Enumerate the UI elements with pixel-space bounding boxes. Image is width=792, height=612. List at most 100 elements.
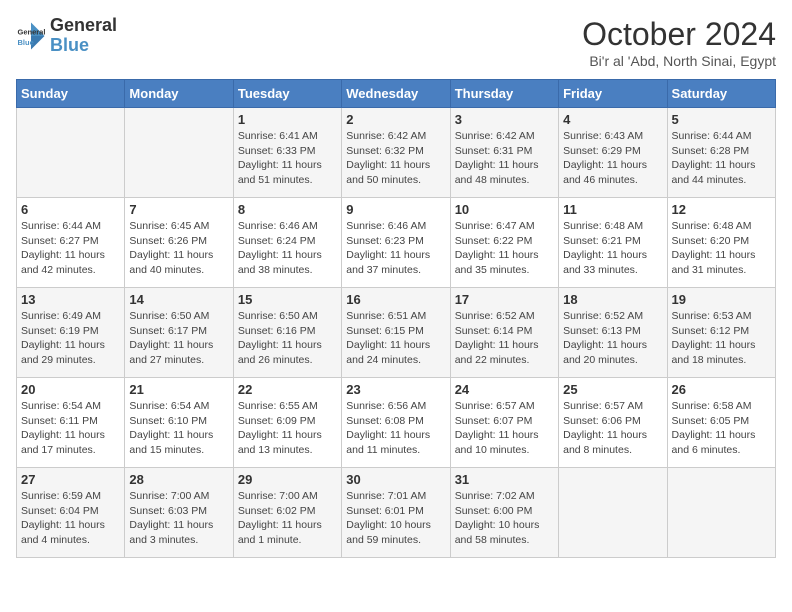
logo-line1: General [50,16,117,36]
day-number: 5 [672,112,771,127]
calendar-cell: 31Sunrise: 7:02 AM Sunset: 6:00 PM Dayli… [450,468,558,558]
calendar-cell: 2 Sunrise: 6:42 AM Sunset: 6:32 PM Daylig… [342,108,450,198]
day-info: Sunrise: 6:44 AM Sunset: 6:27 PM Dayligh… [21,219,120,278]
calendar-cell: 6 Sunrise: 6:44 AM Sunset: 6:27 PM Daylig… [17,198,125,288]
calendar-cell: 18Sunrise: 6:52 AM Sunset: 6:13 PM Dayli… [559,288,667,378]
day-info: Sunrise: 6:50 AM Sunset: 6:16 PM Dayligh… [238,309,337,368]
calendar-header-row: SundayMondayTuesdayWednesdayThursdayFrid… [17,80,776,108]
day-info: Sunrise: 6:42 AM Sunset: 6:32 PM Dayligh… [346,129,445,188]
day-number: 3 [455,112,554,127]
day-number: 13 [21,292,120,307]
day-number: 19 [672,292,771,307]
day-number: 22 [238,382,337,397]
weekday-header: Friday [559,80,667,108]
calendar-cell: 4 Sunrise: 6:43 AM Sunset: 6:29 PM Daylig… [559,108,667,198]
location: Bi'r al 'Abd, North Sinai, Egypt [582,53,776,69]
day-number: 7 [129,202,228,217]
calendar-cell: 3 Sunrise: 6:42 AM Sunset: 6:31 PM Daylig… [450,108,558,198]
day-info: Sunrise: 6:54 AM Sunset: 6:11 PM Dayligh… [21,399,120,458]
day-info: Sunrise: 6:48 AM Sunset: 6:21 PM Dayligh… [563,219,662,278]
day-number: 9 [346,202,445,217]
day-number: 2 [346,112,445,127]
day-number: 31 [455,472,554,487]
calendar-cell: 27 Sunrise: 6:59 AM Sunset: 6:04 PM Dayli… [17,468,125,558]
weekday-header: Monday [125,80,233,108]
calendar-week-row: 1 Sunrise: 6:41 AM Sunset: 6:33 PM Daylig… [17,108,776,198]
day-info: Sunrise: 6:57 AM Sunset: 6:06 PM Dayligh… [563,399,662,458]
day-number: 12 [672,202,771,217]
calendar-cell: 24Sunrise: 6:57 AM Sunset: 6:07 PM Dayli… [450,378,558,468]
day-info: Sunrise: 6:54 AM Sunset: 6:10 PM Dayligh… [129,399,228,458]
calendar-cell [559,468,667,558]
day-info: Sunrise: 6:51 AM Sunset: 6:15 PM Dayligh… [346,309,445,368]
day-info: Sunrise: 6:52 AM Sunset: 6:13 PM Dayligh… [563,309,662,368]
weekday-header: Thursday [450,80,558,108]
logo: General Blue General Blue [16,16,117,56]
title-area: October 2024 Bi'r al 'Abd, North Sinai, … [582,16,776,69]
day-number: 1 [238,112,337,127]
day-info: Sunrise: 6:55 AM Sunset: 6:09 PM Dayligh… [238,399,337,458]
day-info: Sunrise: 7:00 AM Sunset: 6:02 PM Dayligh… [238,489,337,548]
day-number: 30 [346,472,445,487]
day-number: 15 [238,292,337,307]
weekday-header: Wednesday [342,80,450,108]
day-number: 17 [455,292,554,307]
calendar-cell: 10Sunrise: 6:47 AM Sunset: 6:22 PM Dayli… [450,198,558,288]
calendar-cell: 28 Sunrise: 7:00 AM Sunset: 6:03 PM Dayli… [125,468,233,558]
day-info: Sunrise: 6:49 AM Sunset: 6:19 PM Dayligh… [21,309,120,368]
day-number: 27 [21,472,120,487]
day-info: Sunrise: 6:45 AM Sunset: 6:26 PM Dayligh… [129,219,228,278]
day-number: 4 [563,112,662,127]
calendar-cell: 14 Sunrise: 6:50 AM Sunset: 6:17 PM Dayli… [125,288,233,378]
calendar-cell: 16Sunrise: 6:51 AM Sunset: 6:15 PM Dayli… [342,288,450,378]
calendar-cell: 12Sunrise: 6:48 AM Sunset: 6:20 PM Dayli… [667,198,775,288]
calendar-cell: 9 Sunrise: 6:46 AM Sunset: 6:23 PM Daylig… [342,198,450,288]
day-info: Sunrise: 7:00 AM Sunset: 6:03 PM Dayligh… [129,489,228,548]
day-number: 23 [346,382,445,397]
calendar-cell: 15 Sunrise: 6:50 AM Sunset: 6:16 PM Dayli… [233,288,341,378]
day-info: Sunrise: 6:46 AM Sunset: 6:23 PM Dayligh… [346,219,445,278]
day-number: 28 [129,472,228,487]
calendar-cell: 29 Sunrise: 7:00 AM Sunset: 6:02 PM Dayli… [233,468,341,558]
calendar-cell: 26 Sunrise: 6:58 AM Sunset: 6:05 PM Dayli… [667,378,775,468]
day-info: Sunrise: 6:41 AM Sunset: 6:33 PM Dayligh… [238,129,337,188]
month-title: October 2024 [582,16,776,53]
calendar-cell: 19 Sunrise: 6:53 AM Sunset: 6:12 PM Dayli… [667,288,775,378]
calendar-cell: 21 Sunrise: 6:54 AM Sunset: 6:10 PM Dayli… [125,378,233,468]
day-info: Sunrise: 6:58 AM Sunset: 6:05 PM Dayligh… [672,399,771,458]
calendar-week-row: 13 Sunrise: 6:49 AM Sunset: 6:19 PM Dayli… [17,288,776,378]
day-info: Sunrise: 6:53 AM Sunset: 6:12 PM Dayligh… [672,309,771,368]
day-info: Sunrise: 6:59 AM Sunset: 6:04 PM Dayligh… [21,489,120,548]
day-number: 20 [21,382,120,397]
day-number: 24 [455,382,554,397]
logo-text: General Blue [50,16,117,56]
weekday-header: Tuesday [233,80,341,108]
calendar-cell: 17Sunrise: 6:52 AM Sunset: 6:14 PM Dayli… [450,288,558,378]
day-info: Sunrise: 6:42 AM Sunset: 6:31 PM Dayligh… [455,129,554,188]
weekday-header: Saturday [667,80,775,108]
day-number: 26 [672,382,771,397]
day-number: 14 [129,292,228,307]
day-info: Sunrise: 6:46 AM Sunset: 6:24 PM Dayligh… [238,219,337,278]
calendar-cell: 11 Sunrise: 6:48 AM Sunset: 6:21 PM Dayli… [559,198,667,288]
day-info: Sunrise: 6:43 AM Sunset: 6:29 PM Dayligh… [563,129,662,188]
day-number: 6 [21,202,120,217]
day-info: Sunrise: 6:56 AM Sunset: 6:08 PM Dayligh… [346,399,445,458]
calendar-cell: 13 Sunrise: 6:49 AM Sunset: 6:19 PM Dayli… [17,288,125,378]
day-number: 11 [563,202,662,217]
svg-text:General: General [18,27,46,36]
calendar-week-row: 20 Sunrise: 6:54 AM Sunset: 6:11 PM Dayli… [17,378,776,468]
day-number: 29 [238,472,337,487]
day-info: Sunrise: 6:50 AM Sunset: 6:17 PM Dayligh… [129,309,228,368]
calendar-cell [17,108,125,198]
calendar-cell: 8 Sunrise: 6:46 AM Sunset: 6:24 PM Daylig… [233,198,341,288]
day-number: 25 [563,382,662,397]
calendar-cell: 25 Sunrise: 6:57 AM Sunset: 6:06 PM Dayli… [559,378,667,468]
calendar-cell: 1 Sunrise: 6:41 AM Sunset: 6:33 PM Daylig… [233,108,341,198]
svg-text:Blue: Blue [18,38,34,47]
day-number: 21 [129,382,228,397]
logo-line2: Blue [50,36,117,56]
calendar-table: SundayMondayTuesdayWednesdayThursdayFrid… [16,79,776,558]
day-number: 8 [238,202,337,217]
day-info: Sunrise: 6:47 AM Sunset: 6:22 PM Dayligh… [455,219,554,278]
